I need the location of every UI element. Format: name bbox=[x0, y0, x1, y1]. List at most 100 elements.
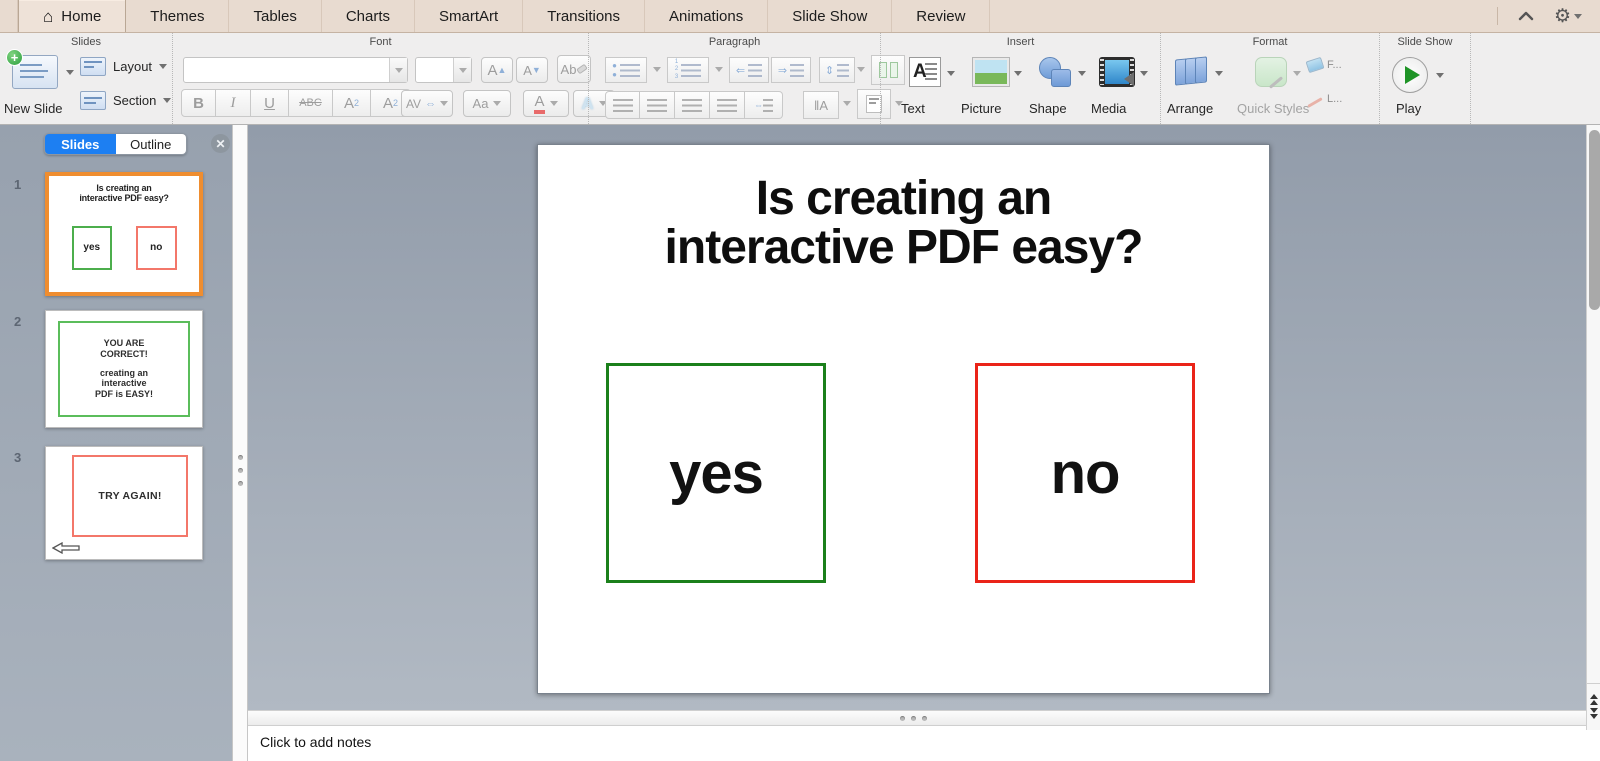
ribbon-group-slides: Slides + New Slide Layout Section bbox=[0, 33, 172, 124]
slide-canvas[interactable]: Is creating an interactive PDF easy? yes… bbox=[537, 144, 1270, 694]
text-direction-button[interactable]: ‖A bbox=[803, 91, 839, 119]
section-button[interactable]: Section bbox=[80, 91, 172, 110]
ribbon-group-slideshow: Slide Show Play bbox=[1379, 33, 1470, 124]
slide-editing-area[interactable]: Is creating an interactive PDF easy? yes… bbox=[248, 125, 1586, 710]
plus-badge-icon: + bbox=[6, 49, 23, 66]
arrange-button[interactable] bbox=[1175, 56, 1209, 87]
vertical-scrollbar[interactable] bbox=[1586, 125, 1600, 730]
yes-answer-box[interactable]: yes bbox=[606, 363, 826, 583]
slide-thumbnail-3[interactable]: TRY AGAIN! bbox=[45, 446, 203, 560]
quick-styles-button[interactable] bbox=[1255, 57, 1287, 89]
clear-formatting-button[interactable]: Ab bbox=[557, 55, 591, 83]
powerpoint-window: ⌂ Home Themes Tables Charts SmartArt Tra… bbox=[0, 0, 1600, 761]
align-right-button[interactable] bbox=[675, 91, 710, 119]
chevron-down-icon bbox=[1574, 13, 1582, 19]
pane-tab-slides[interactable]: Slides bbox=[45, 134, 116, 154]
home-icon: ⌂ bbox=[43, 6, 54, 26]
insert-picture-button[interactable] bbox=[972, 57, 1010, 87]
group-label-insert: Insert bbox=[1006, 36, 1035, 48]
bold-button[interactable]: B bbox=[181, 89, 216, 117]
numbering-button[interactable]: 123 bbox=[667, 57, 709, 83]
previous-slide-button[interactable] bbox=[1589, 694, 1598, 705]
distribute-text-button[interactable]: ⇔ bbox=[745, 91, 783, 119]
notes-pane[interactable]: Click to add notes bbox=[248, 726, 1600, 761]
change-case-button[interactable]: Aa bbox=[463, 90, 511, 117]
increase-indent-button[interactable]: ⇒ bbox=[771, 57, 811, 83]
justify-button[interactable] bbox=[710, 91, 745, 119]
scrollbar-thumb[interactable] bbox=[1589, 130, 1600, 310]
italic-button[interactable]: I bbox=[216, 89, 251, 117]
notes-resize-divider[interactable] bbox=[248, 710, 1586, 726]
media-icon bbox=[1099, 57, 1135, 87]
pane-tab-outline[interactable]: Outline bbox=[115, 134, 186, 154]
insert-picture-label: Picture bbox=[961, 101, 1002, 116]
arrange-dropdown[interactable] bbox=[1215, 71, 1223, 76]
decrease-font-size-button[interactable]: A ▼ bbox=[516, 57, 548, 83]
collapse-ribbon-button[interactable] bbox=[1518, 11, 1534, 21]
new-slide-label: New Slide bbox=[4, 101, 63, 116]
justify-icon bbox=[717, 98, 737, 112]
insert-media-button[interactable] bbox=[1099, 57, 1135, 87]
layout-button[interactable]: Layout bbox=[80, 57, 168, 76]
line-spacing-dropdown-icon[interactable] bbox=[857, 67, 865, 72]
picture-icon bbox=[972, 57, 1010, 87]
insert-shape-button[interactable] bbox=[1037, 57, 1073, 87]
align-left-button[interactable] bbox=[605, 91, 640, 119]
strikethrough-button[interactable]: ABC bbox=[289, 89, 333, 117]
font-color-button[interactable]: A bbox=[523, 90, 569, 117]
right-arrow-icon: ⇒ bbox=[777, 64, 788, 77]
shape-line-button[interactable]: L... bbox=[1307, 93, 1342, 108]
superscript-button[interactable]: A2 bbox=[333, 89, 371, 117]
character-spacing-button[interactable]: AV ⇔ bbox=[401, 90, 453, 117]
tab-transitions[interactable]: Transitions bbox=[523, 0, 646, 32]
play-slideshow-button[interactable] bbox=[1392, 57, 1428, 93]
slide-thumbnail-1[interactable]: Is creating an interactive PDF easy? yes… bbox=[45, 172, 203, 296]
no-answer-box[interactable]: no bbox=[975, 363, 1195, 583]
new-slide-button[interactable]: + bbox=[6, 49, 58, 89]
tab-slide-show[interactable]: Slide Show bbox=[768, 0, 893, 32]
insert-media-dropdown[interactable] bbox=[1140, 71, 1148, 76]
shape-fill-button[interactable]: F... bbox=[1305, 56, 1342, 74]
tab-review[interactable]: Review bbox=[892, 0, 991, 32]
numbering-dropdown-icon[interactable] bbox=[715, 67, 723, 72]
close-pane-button[interactable]: ✕ bbox=[211, 134, 230, 153]
ribbon-group-format: Format Arrange Quick Styles F... L... bbox=[1160, 33, 1379, 124]
tab-home[interactable]: ⌂ Home bbox=[18, 0, 127, 32]
underline-button[interactable]: U bbox=[251, 89, 289, 117]
text-direction-dropdown-icon[interactable] bbox=[843, 101, 851, 106]
tab-charts[interactable]: Charts bbox=[322, 0, 416, 32]
align-center-button[interactable] bbox=[640, 91, 675, 119]
next-slide-button[interactable] bbox=[1589, 708, 1598, 719]
insert-shape-dropdown[interactable] bbox=[1078, 71, 1086, 76]
font-name-combo[interactable] bbox=[183, 57, 408, 83]
slide-title[interactable]: Is creating an interactive PDF easy? bbox=[538, 174, 1269, 273]
notes-placeholder[interactable]: Click to add notes bbox=[248, 726, 1600, 750]
tab-themes[interactable]: Themes bbox=[126, 0, 230, 32]
notes-divider-handle bbox=[900, 716, 927, 721]
settings-menu-button[interactable]: ⚙ bbox=[1554, 7, 1582, 26]
spacing-dropdown-icon bbox=[440, 101, 449, 106]
thumb-correct-box: YOU ARE CORRECT! creating an interactive… bbox=[58, 321, 190, 417]
font-name-dropdown-icon bbox=[394, 67, 403, 73]
bullets-button[interactable]: ● ● bbox=[605, 57, 647, 83]
increase-font-size-button[interactable]: A ▲ bbox=[481, 57, 513, 83]
thumb-try-again-box: TRY AGAIN! bbox=[72, 455, 188, 537]
insert-picture-dropdown[interactable] bbox=[1014, 71, 1022, 76]
thumb-no-box: no bbox=[136, 225, 177, 270]
new-slide-dropdown[interactable] bbox=[66, 70, 74, 75]
tab-smartart[interactable]: SmartArt bbox=[415, 0, 524, 32]
quick-styles-dropdown[interactable] bbox=[1293, 71, 1301, 76]
tab-animations[interactable]: Animations bbox=[645, 0, 769, 32]
insert-text-dropdown[interactable] bbox=[947, 71, 955, 76]
align-center-icon bbox=[647, 98, 667, 112]
bullets-dropdown-icon[interactable] bbox=[653, 67, 661, 72]
line-spacing-button[interactable]: ⇕ bbox=[819, 57, 855, 83]
play-dropdown[interactable] bbox=[1436, 73, 1444, 78]
pane-resize-divider[interactable] bbox=[232, 125, 248, 761]
font-size-combo[interactable] bbox=[415, 57, 472, 83]
insert-text-button[interactable]: A bbox=[909, 57, 941, 87]
tab-tables[interactable]: Tables bbox=[229, 0, 322, 32]
slide-thumbnail-2[interactable]: YOU ARE CORRECT! creating an interactive… bbox=[45, 310, 203, 428]
decrease-indent-button[interactable]: ⇐ bbox=[729, 57, 769, 83]
close-icon: ✕ bbox=[215, 136, 226, 151]
